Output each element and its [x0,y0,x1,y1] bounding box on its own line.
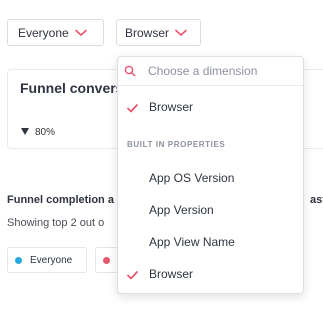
dimension-item-label: App Version [149,203,214,217]
card-value: 80% [35,127,56,138]
dimension-item-app-os-version[interactable]: App OS Version [118,164,303,192]
dimension-search[interactable]: Choose a dimension [118,57,303,86]
dimension-item-browser[interactable]: Browser [118,260,303,288]
browser-dimension-button[interactable]: Browser [116,19,201,46]
down-triangle-icon [21,127,29,138]
search-placeholder: Choose a dimension [148,64,258,78]
section-title: Funnel completion a [7,194,114,206]
dimension-dropdown-menu: Choose a dimension Browser BUILT IN PROP… [117,56,304,294]
built-in-properties-header: BUILT IN PROPERTIES [127,140,226,149]
everyone-filter-button[interactable]: Everyone [7,19,104,46]
dimension-item-app-view-name[interactable]: App View Name [118,228,303,256]
chevron-down-icon [74,26,87,40]
search-icon [124,64,136,82]
dimension-item-label: App OS Version [149,171,235,185]
section-title-continued: ast m [310,194,323,206]
dimension-item-label: App View Name [149,235,235,249]
selected-dimension-item[interactable]: Browser [118,93,303,121]
legend-label: Everyone [30,254,73,266]
dimension-item-label: Browser [149,267,194,281]
dimension-item-app-version[interactable]: App Version [118,196,303,224]
check-icon [127,102,138,116]
card-value-row: 80% [21,127,55,138]
chevron-down-icon [175,26,187,40]
legend-item-everyone[interactable]: Everyone [7,247,87,273]
section-description: Showing top 2 out o [7,217,105,229]
browser-dimension-label: Browser [125,25,170,40]
check-icon [127,269,138,283]
legend-dot [103,256,110,264]
everyone-filter-label: Everyone [18,25,69,40]
card-title: Funnel convers [20,80,124,96]
selected-dimension-label: Browser [149,100,194,114]
legend-dot [15,256,22,264]
